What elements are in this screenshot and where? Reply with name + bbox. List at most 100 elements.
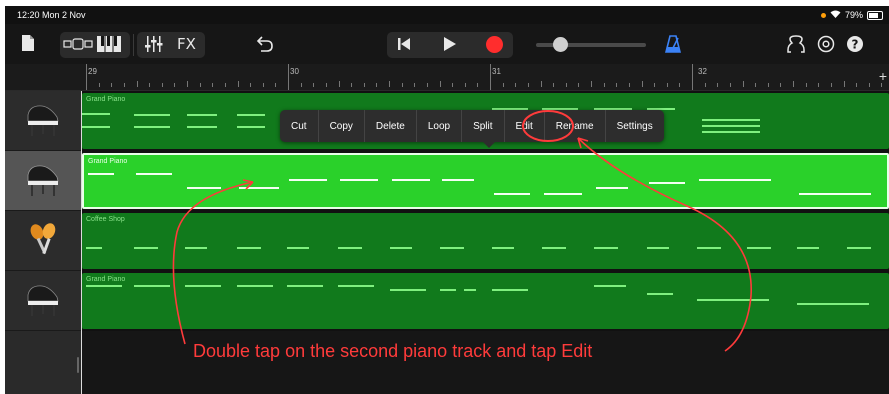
garageband-window: 12:20 Mon 2 Nov 79% FX ? 29 30 31 32 + G… bbox=[5, 6, 889, 394]
menu-item-copy[interactable]: Copy bbox=[319, 110, 365, 142]
mixer-icon[interactable] bbox=[145, 36, 163, 52]
midi-note bbox=[702, 119, 760, 121]
ruler-tick bbox=[262, 83, 264, 87]
ruler-tick bbox=[502, 83, 504, 87]
region-context-menu: Cut Copy Delete Loop Split Edit Rename S… bbox=[280, 110, 664, 142]
grand-piano-icon bbox=[27, 285, 59, 316]
ruler-tick bbox=[414, 83, 416, 87]
rewind-icon[interactable] bbox=[397, 37, 411, 51]
bar-number: 29 bbox=[88, 67, 97, 76]
ruler-tick bbox=[464, 83, 466, 87]
help-icon[interactable]: ? bbox=[846, 35, 864, 53]
document-icon[interactable] bbox=[21, 34, 35, 52]
midi-note bbox=[702, 125, 760, 127]
midi-note bbox=[697, 247, 721, 249]
toolbar: FX ? bbox=[5, 24, 889, 64]
midi-note bbox=[747, 247, 771, 249]
undo-icon[interactable] bbox=[255, 36, 273, 52]
play-icon[interactable] bbox=[443, 36, 457, 52]
midi-note bbox=[185, 247, 207, 249]
ruler-tick bbox=[161, 83, 163, 87]
ruler-tick bbox=[553, 83, 555, 87]
volume-slider[interactable] bbox=[536, 37, 646, 52]
menu-item-split[interactable]: Split bbox=[462, 110, 505, 142]
ruler-tick bbox=[666, 83, 668, 87]
ruler-tick bbox=[527, 83, 529, 87]
midi-note bbox=[134, 114, 170, 116]
keyboard-icon[interactable] bbox=[97, 36, 121, 52]
midi-note bbox=[464, 289, 476, 291]
ruler[interactable]: 29 30 31 32 bbox=[81, 64, 889, 90]
ruler-tick bbox=[376, 83, 378, 87]
track-lane-3[interactable]: Coffee Shop bbox=[82, 211, 889, 269]
record-button[interactable] bbox=[486, 36, 503, 53]
ruler-bar-line bbox=[86, 64, 87, 90]
midi-note bbox=[338, 285, 374, 287]
status-time: 12:20 Mon 2 Nov bbox=[17, 10, 86, 20]
midi-note bbox=[187, 126, 217, 128]
ruler-tick bbox=[780, 83, 782, 87]
midi-note bbox=[237, 126, 265, 128]
ruler-tick bbox=[591, 81, 592, 87]
midi-note bbox=[134, 126, 170, 128]
ruler-tick bbox=[805, 83, 807, 87]
track-view-icon[interactable] bbox=[63, 37, 93, 51]
svg-text:?: ? bbox=[852, 38, 859, 52]
region-label: Coffee Shop bbox=[86, 216, 125, 223]
loop-browser-icon[interactable] bbox=[787, 35, 805, 53]
ruler-tick bbox=[426, 83, 428, 87]
ruler-tick bbox=[199, 83, 201, 87]
midi-note bbox=[697, 299, 769, 301]
menu-item-edit[interactable]: Edit bbox=[505, 110, 545, 142]
ruler-tick bbox=[818, 83, 820, 87]
track-header-4[interactable] bbox=[5, 271, 81, 331]
track-header-3[interactable] bbox=[5, 211, 81, 271]
region-grand-piano-4[interactable]: Grand Piano bbox=[82, 273, 889, 329]
ruler-tick bbox=[111, 83, 113, 87]
add-section-icon[interactable]: + bbox=[879, 68, 887, 84]
slider-knob[interactable] bbox=[553, 37, 569, 52]
midi-note bbox=[649, 182, 685, 184]
ruler-tick bbox=[742, 81, 744, 87]
timeline-ruler[interactable]: 29 30 31 32 + bbox=[5, 64, 889, 91]
region-grand-piano-2-selected[interactable]: Grand Piano bbox=[82, 153, 889, 209]
menu-item-cut[interactable]: Cut bbox=[280, 110, 319, 142]
midi-note bbox=[287, 285, 323, 287]
midi-note bbox=[494, 193, 530, 195]
grand-piano-icon bbox=[27, 165, 59, 196]
midi-note bbox=[594, 285, 626, 287]
midi-note bbox=[134, 247, 158, 249]
midi-note bbox=[797, 303, 869, 305]
track-header-1[interactable] bbox=[5, 91, 81, 151]
menu-item-rename[interactable]: Rename bbox=[545, 110, 606, 142]
midi-note bbox=[647, 293, 673, 295]
midi-note bbox=[392, 179, 430, 181]
ruler-tick bbox=[729, 83, 731, 87]
menu-item-settings[interactable]: Settings bbox=[606, 110, 664, 142]
ruler-tick bbox=[363, 83, 365, 87]
ruler-tick bbox=[98, 83, 100, 87]
midi-note bbox=[542, 247, 566, 249]
menu-item-delete[interactable]: Delete bbox=[365, 110, 417, 142]
track-headers bbox=[5, 91, 81, 394]
ruler-tick bbox=[578, 83, 580, 87]
metronome-icon[interactable] bbox=[665, 35, 681, 53]
settings-icon[interactable] bbox=[817, 35, 835, 53]
ruler-tick bbox=[830, 83, 832, 87]
region-coffee-shop[interactable]: Coffee Shop bbox=[82, 213, 889, 269]
annotation-caption: Double tap on the second piano track and… bbox=[193, 341, 593, 361]
menu-item-loop[interactable]: Loop bbox=[417, 110, 463, 142]
midi-note bbox=[442, 179, 474, 181]
ruler-tick bbox=[767, 83, 769, 87]
fx-button[interactable]: FX bbox=[177, 35, 196, 53]
track-resize-grip[interactable] bbox=[77, 357, 79, 373]
battery-icon bbox=[867, 10, 883, 20]
ruler-tick bbox=[389, 81, 390, 87]
track-header-2[interactable] bbox=[5, 151, 81, 211]
track-lane-2[interactable]: Grand Piano bbox=[82, 151, 889, 209]
midi-note bbox=[88, 173, 114, 175]
ruler-tick bbox=[275, 83, 277, 87]
ruler-tick bbox=[136, 81, 138, 87]
midi-note bbox=[287, 247, 309, 249]
track-lane-4[interactable]: Grand Piano bbox=[82, 271, 889, 329]
